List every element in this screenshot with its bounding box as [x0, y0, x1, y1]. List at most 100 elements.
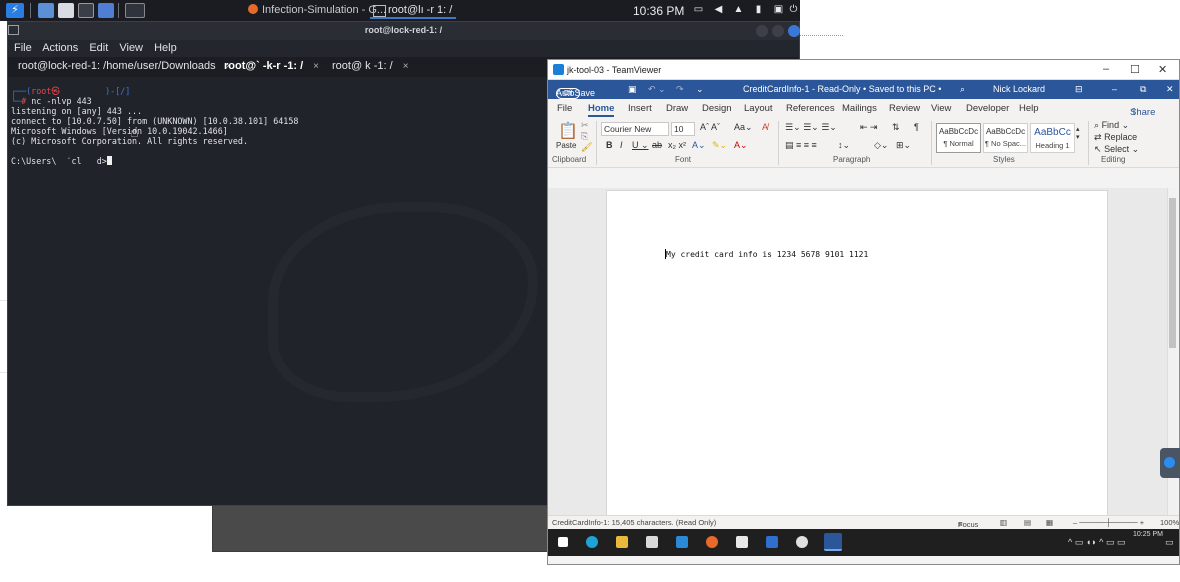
- undo-icon[interactable]: ↶ ⌄: [648, 84, 666, 95]
- powershell-icon[interactable]: [766, 536, 778, 548]
- minimize-button[interactable]: [756, 25, 768, 37]
- security-icon[interactable]: [736, 536, 748, 548]
- web-layout-icon[interactable]: ▦: [1046, 518, 1053, 527]
- tab-home[interactable]: Home: [588, 103, 615, 117]
- style-no-spacing[interactable]: AaBbCcDc ¶ No Spac...: [983, 123, 1028, 153]
- italic-icon[interactable]: I: [620, 140, 623, 150]
- shading-icon[interactable]: ◇⌄: [874, 140, 888, 151]
- windows-start-icon[interactable]: [558, 537, 568, 547]
- tab-close-icon[interactable]: ×: [313, 61, 319, 72]
- close-button[interactable]: [788, 25, 800, 37]
- terminal-titlebar[interactable]: root@lock-red-1: /: [8, 22, 800, 40]
- status-wordcount[interactable]: CreditCardInfo-1: 15,405 characters. (Re…: [552, 518, 716, 527]
- action-center-icon[interactable]: ▭: [1165, 537, 1174, 548]
- settings-icon[interactable]: [796, 536, 808, 548]
- paste-icon[interactable]: 📋: [558, 121, 578, 141]
- firefox-taskbar-icon[interactable]: [706, 536, 718, 548]
- tab-references[interactable]: References: [786, 103, 835, 114]
- tab-developer[interactable]: Developer: [966, 103, 1009, 114]
- copy-icon[interactable]: ⎘: [581, 131, 588, 142]
- subscript-icon[interactable]: x₂ x²: [668, 140, 686, 150]
- system-tray-icons[interactable]: ^ ▭ ◖◗ ^ ▭ ▭: [1068, 537, 1125, 548]
- indent-icon[interactable]: ⇤ ⇥: [860, 122, 878, 133]
- underline-icon[interactable]: U ⌄: [632, 140, 649, 151]
- user-name[interactable]: Nick Lockard: [993, 84, 1045, 94]
- strikethrough-icon[interactable]: ab: [652, 140, 662, 150]
- align-icons[interactable]: ▤ ≡ ≡ ≡: [785, 140, 817, 151]
- style-heading-1[interactable]: AaBbCc Heading 1: [1030, 123, 1075, 153]
- save-icon[interactable]: ▣: [628, 84, 637, 95]
- store-icon[interactable]: [646, 536, 658, 548]
- terminal-task[interactable]: root@lı -r 1: /: [370, 2, 457, 19]
- tv-minimize-icon[interactable]: –: [1103, 63, 1109, 75]
- grow-font-icon[interactable]: Aˆ Aˇ: [700, 122, 720, 132]
- document-title[interactable]: CreditCardInfo-1 - Read-Only • Saved to …: [743, 84, 941, 94]
- teamviewer-side-panel-icon[interactable]: [1160, 448, 1180, 478]
- tab-review[interactable]: Review: [889, 103, 920, 114]
- browser-task[interactable]: Infection-Simulation - G...: [248, 4, 386, 16]
- bullets-icon[interactable]: ☰⌄ ☰⌄ ☰⌄: [785, 122, 837, 133]
- customize-qat-icon[interactable]: ⌄: [696, 84, 704, 95]
- text-effects-icon[interactable]: A⌄: [692, 140, 706, 151]
- word-restore-icon[interactable]: ⧉: [1140, 84, 1146, 95]
- maximize-button[interactable]: [772, 25, 784, 37]
- browser-launcher-icon[interactable]: [98, 3, 114, 18]
- scrollbar-thumb[interactable]: [1169, 198, 1176, 348]
- line-spacing-icon[interactable]: ↕⌄: [838, 140, 850, 151]
- redo-icon[interactable]: ↷: [676, 84, 684, 95]
- document-canvas[interactable]: My credit card info is 1234 5678 9101 11…: [548, 188, 1168, 515]
- battery-icon[interactable]: ▮: [753, 4, 764, 15]
- tab-mailings[interactable]: Mailings: [842, 103, 877, 114]
- menu-file[interactable]: File: [14, 42, 32, 54]
- borders-icon[interactable]: ⊞⌄: [896, 140, 911, 151]
- tv-close-icon[interactable]: ✕: [1158, 63, 1167, 76]
- windows-clock[interactable]: 10:25 PM: [1133, 531, 1163, 538]
- terminal-tab-active[interactable]: root@` -k-r -1: / ×: [218, 57, 319, 77]
- tab-design[interactable]: Design: [702, 103, 732, 114]
- tab-view[interactable]: View: [931, 103, 951, 114]
- menu-edit[interactable]: Edit: [89, 42, 108, 54]
- style-normal[interactable]: AaBbCcDc ¶ Normal: [936, 123, 981, 153]
- cut-icon[interactable]: ✂: [581, 120, 589, 131]
- clear-formatting-icon[interactable]: A̸: [762, 122, 768, 132]
- tv-maximize-icon[interactable]: ☐: [1130, 63, 1140, 76]
- find-button[interactable]: ⌕ Find ⌄: [1094, 120, 1129, 131]
- desktop-icon[interactable]: [38, 3, 54, 18]
- lock-icon[interactable]: ▣: [773, 4, 784, 15]
- volume-icon[interactable]: ◀: [713, 4, 724, 15]
- file-manager-icon[interactable]: [58, 3, 74, 18]
- search-icon[interactable]: ⌕: [960, 84, 965, 95]
- tab-layout[interactable]: Layout: [744, 103, 773, 114]
- format-painter-icon[interactable]: 🖌: [581, 142, 592, 153]
- select-button[interactable]: ↖ Select ⌄: [1094, 144, 1139, 155]
- highlight-icon[interactable]: ✎⌄: [712, 140, 727, 151]
- show-marks-icon[interactable]: ¶: [914, 122, 919, 132]
- file-explorer-icon[interactable]: [616, 536, 628, 548]
- mail-icon[interactable]: [676, 536, 688, 548]
- terminal-launcher-icon[interactable]: [78, 3, 94, 18]
- read-mode-icon[interactable]: ▥: [1000, 518, 1007, 527]
- tab-insert[interactable]: Insert: [628, 103, 652, 114]
- teamviewer-titlebar[interactable]: jk-tool-03 - TeamViewer – ☐ ✕: [548, 60, 1179, 80]
- word-minimize-icon[interactable]: –: [1112, 84, 1117, 94]
- display-icon[interactable]: ▭: [693, 4, 704, 15]
- bold-icon[interactable]: B: [606, 140, 613, 150]
- document-body[interactable]: My credit card info is 1234 5678 9101 11…: [665, 249, 868, 259]
- power-icon[interactable]: ⏻: [788, 4, 799, 15]
- print-layout-icon[interactable]: ▤: [1024, 518, 1031, 527]
- paste-button[interactable]: Paste: [556, 141, 576, 150]
- font-name-select[interactable]: Courier New: [601, 122, 669, 136]
- word-close-icon[interactable]: ✕: [1166, 84, 1174, 95]
- document-page[interactable]: My credit card info is 1234 5678 9101 11…: [606, 190, 1108, 515]
- tab-draw[interactable]: Draw: [666, 103, 688, 114]
- ribbon-display-icon[interactable]: ⊟: [1075, 84, 1083, 95]
- menu-view[interactable]: View: [119, 42, 143, 54]
- terminal-tab[interactable]: root@lock-red-1: /home/user/Downloads ×: [12, 57, 231, 77]
- menu-actions[interactable]: Actions: [42, 42, 78, 54]
- tab-file[interactable]: File: [557, 103, 572, 114]
- tab-close-icon[interactable]: ×: [403, 61, 409, 72]
- font-size-select[interactable]: 10: [671, 122, 695, 136]
- styles-gallery-arrows-icon[interactable]: ▴ ▾: [1076, 125, 1080, 141]
- autosave-toggle[interactable]: Off: [556, 88, 580, 99]
- menu-help[interactable]: Help: [154, 42, 177, 54]
